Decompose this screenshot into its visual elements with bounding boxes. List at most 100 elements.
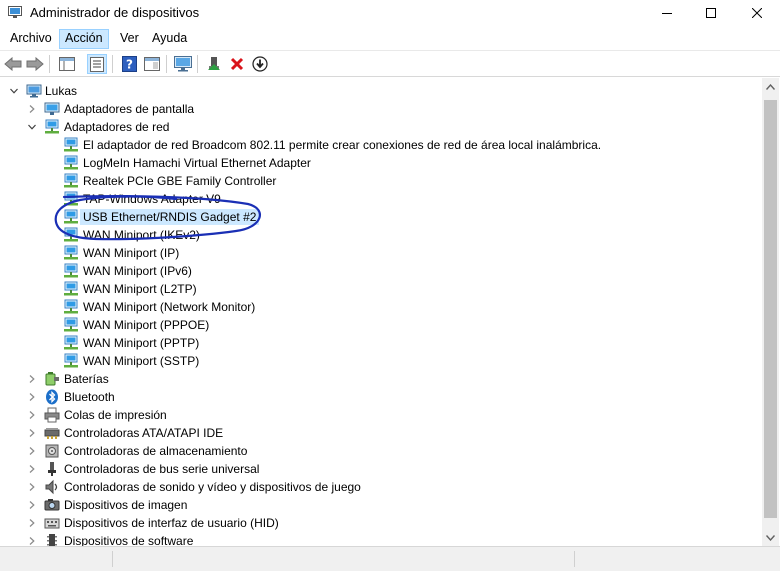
status-section-divider [574, 551, 575, 567]
collapse-toggle[interactable] [26, 463, 38, 475]
menu-accion[interactable]: Acción [59, 29, 109, 49]
properties-view-button[interactable] [87, 54, 107, 74]
category-software-devices[interactable]: Dispositivos de software [0, 532, 760, 546]
update-driver-icon [208, 57, 220, 70]
category-usb-controllers[interactable]: Controladoras de bus serie universal [0, 460, 760, 478]
category-hid[interactable]: Dispositivos de interfaz de usuario (HID… [0, 514, 760, 532]
device-tree[interactable]: Lukas Adaptadores de pantalla Adaptadores … [0, 78, 762, 546]
collapse-toggle[interactable] [26, 103, 38, 115]
show-hide-console-tree-button[interactable] [57, 54, 77, 74]
network-adapter-icon [64, 245, 78, 260]
expand-toggle[interactable] [8, 85, 20, 97]
network-adapter-item[interactable]: WAN Miniport (SSTP) [0, 352, 760, 370]
disable-device-button[interactable] [250, 54, 270, 74]
collapse-toggle[interactable] [26, 373, 38, 385]
tree-item-label: El adaptador de red Broadcom 802.11 perm… [83, 138, 602, 152]
chevron-right-icon [29, 105, 35, 113]
forward-button[interactable] [25, 54, 45, 74]
scan-hardware-button[interactable] [173, 54, 193, 74]
category-batteries[interactable]: Baterías [0, 370, 760, 388]
collapse-toggle[interactable] [26, 517, 38, 529]
scroll-up-button[interactable] [762, 78, 779, 95]
chevron-down-icon [766, 534, 775, 541]
tree-item-label: WAN Miniport (PPTP) [83, 336, 200, 350]
tree-item-label: Controladoras de bus serie universal [64, 462, 260, 476]
maximize-icon [706, 8, 716, 18]
expand-toggle[interactable] [26, 121, 38, 133]
close-icon [752, 8, 762, 18]
network-adapter-icon [64, 299, 78, 314]
network-adapter-item[interactable]: WAN Miniport (L2TP) [0, 280, 760, 298]
collapse-toggle[interactable] [26, 427, 38, 439]
toolbar-separator [112, 55, 113, 73]
tree-item-label: WAN Miniport (IP) [83, 246, 180, 260]
chevron-down-icon [10, 88, 18, 94]
category-sound-video-game[interactable]: Controladoras de sonido y vídeo y dispos… [0, 478, 760, 496]
update-driver-button[interactable] [204, 54, 224, 74]
network-adapter-item[interactable]: LogMeIn Hamachi Virtual Ethernet Adapter [0, 154, 760, 172]
network-adapter-icon [64, 353, 78, 368]
network-adapter-item[interactable]: TAP-Windows Adapter V9 [0, 190, 760, 208]
network-adapter-icon [64, 317, 78, 332]
title-bar: Administrador de dispositivos [0, 0, 780, 26]
status-bar [0, 546, 780, 571]
category-print-queues[interactable]: Colas de impresión [0, 406, 760, 424]
category-display-adapters[interactable]: Adaptadores de pantalla [0, 100, 760, 118]
category-bluetooth[interactable]: Bluetooth [0, 388, 760, 406]
tree-item-label: LogMeIn Hamachi Virtual Ethernet Adapter [83, 156, 311, 170]
back-arrow-icon [4, 57, 22, 71]
collapse-toggle[interactable] [26, 535, 38, 546]
network-adapter-icon [64, 191, 78, 206]
category-ata-atapi[interactable]: Controladoras ATA/ATAPI IDE [0, 424, 760, 442]
menu-ver[interactable]: Ver [114, 29, 145, 49]
scrollbar-thumb[interactable] [764, 100, 777, 518]
collapse-toggle[interactable] [26, 499, 38, 511]
tree-item-label: Dispositivos de imagen [64, 498, 188, 512]
collapse-toggle[interactable] [26, 445, 38, 457]
storage-controller-icon [45, 444, 59, 458]
scroll-down-button[interactable] [762, 529, 779, 546]
collapse-toggle[interactable] [26, 391, 38, 403]
network-adapter-item[interactable]: El adaptador de red Broadcom 802.11 perm… [0, 136, 760, 154]
network-adapter-item[interactable]: WAN Miniport (PPTP) [0, 334, 760, 352]
network-adapter-icon [45, 119, 59, 134]
network-adapter-icon [64, 227, 78, 242]
tree-item-label: TAP-Windows Adapter V9 [83, 192, 221, 206]
category-network-adapters[interactable]: Adaptadores de red [0, 118, 760, 136]
collapse-toggle[interactable] [26, 481, 38, 493]
network-adapter-item[interactable]: Realtek PCIe GBE Family Controller [0, 172, 760, 190]
chevron-right-icon [29, 483, 35, 491]
tree-root-computer[interactable]: Lukas [0, 82, 760, 100]
network-adapter-item[interactable]: WAN Miniport (IP) [0, 244, 760, 262]
network-adapter-item[interactable]: WAN Miniport (Network Monitor) [0, 298, 760, 316]
network-adapter-icon [64, 155, 78, 170]
category-imaging-devices[interactable]: Dispositivos de imagen [0, 496, 760, 514]
tree-item-label: Controladoras de sonido y vídeo y dispos… [64, 480, 361, 494]
maximize-button[interactable] [688, 0, 734, 26]
chevron-right-icon [29, 429, 35, 437]
tree-item-label: WAN Miniport (IKEv2) [83, 228, 200, 242]
tree-item-label: Dispositivos de software [64, 534, 194, 546]
back-button[interactable] [3, 54, 23, 74]
network-adapter-item[interactable]: WAN Miniport (PPPOE) [0, 316, 760, 334]
tree-item-label: Controladoras ATA/ATAPI IDE [64, 426, 224, 440]
network-adapter-icon [64, 209, 78, 224]
chevron-right-icon [29, 447, 35, 455]
close-button[interactable] [734, 0, 780, 26]
category-storage-controllers[interactable]: Controladoras de almacenamiento [0, 442, 760, 460]
network-adapter-item[interactable]: USB Ethernet/RNDIS Gadget #2 [0, 208, 760, 226]
chevron-right-icon [29, 465, 35, 473]
scan-view-button[interactable] [142, 54, 162, 74]
help-button[interactable]: ? [119, 54, 139, 74]
menu-ayuda[interactable]: Ayuda [146, 29, 193, 49]
menu-archivo[interactable]: Archivo [4, 29, 58, 49]
network-adapter-item[interactable]: WAN Miniport (IKEv2) [0, 226, 760, 244]
svg-text:?: ? [126, 58, 133, 72]
uninstall-device-button[interactable] [227, 54, 247, 74]
camera-icon [44, 499, 60, 511]
network-adapter-item[interactable]: WAN Miniport (IPv6) [0, 262, 760, 280]
collapse-toggle[interactable] [26, 409, 38, 421]
minimize-button[interactable] [644, 0, 690, 26]
ide-controller-icon [44, 428, 60, 439]
vertical-scrollbar[interactable] [762, 78, 779, 546]
